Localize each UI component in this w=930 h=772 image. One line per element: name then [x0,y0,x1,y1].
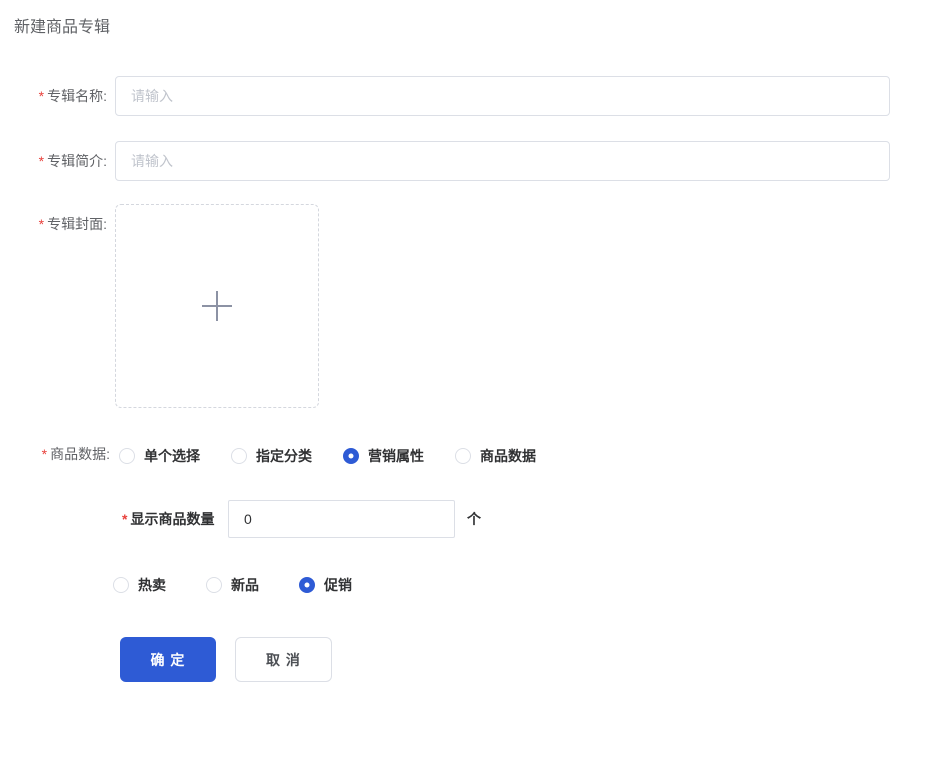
create-album-form: 新建商品专辑 *专辑名称: *专辑简介: *专辑封面: *商品数据: 单个选择 … [0,0,930,772]
radio-option-specified-category[interactable]: 指定分类 [231,446,312,466]
radio-unchecked-icon [231,448,247,464]
radio-unchecked-icon [113,577,129,593]
required-asterisk: * [39,216,44,232]
quantity-unit-label: 个 [467,500,481,538]
radio-unchecked-icon [119,448,135,464]
album-name-label: *专辑名称: [0,76,107,116]
marketing-attribute-radio-group: 热卖 新品 促销 [113,575,352,595]
display-quantity-label: *显示商品数量 [122,500,214,538]
radio-checked-icon [343,448,359,464]
radio-option-product-data[interactable]: 商品数据 [455,446,536,466]
required-asterisk: * [122,511,127,527]
display-quantity-label-text: 显示商品数量 [130,511,214,527]
plus-icon [202,291,232,321]
radio-unchecked-icon [455,448,471,464]
album-cover-upload-dropzone[interactable] [115,204,319,408]
confirm-button[interactable]: 确 定 [120,637,216,682]
album-intro-label-text: 专辑简介: [47,153,107,169]
product-data-label: *商品数据: [0,446,110,462]
album-cover-label: *专辑封面: [0,204,107,244]
product-data-radio-group: 单个选择 指定分类 营销属性 商品数据 [119,446,536,466]
album-cover-label-text: 专辑封面: [47,216,107,232]
product-data-label-text: 商品数据: [50,446,110,462]
required-asterisk: * [42,446,47,462]
radio-checked-icon [299,577,315,593]
required-asterisk: * [39,153,44,169]
album-name-input[interactable] [115,76,890,116]
radio-option-marketing-attribute[interactable]: 营销属性 [343,446,424,466]
album-intro-label: *专辑简介: [0,141,107,181]
radio-option-single-select[interactable]: 单个选择 [119,446,200,466]
radio-option-promotion[interactable]: 促销 [299,575,352,595]
required-asterisk: * [39,88,44,104]
radio-unchecked-icon [206,577,222,593]
page-title: 新建商品专辑 [14,13,110,37]
display-quantity-input[interactable] [228,500,455,538]
cancel-button[interactable]: 取 消 [235,637,332,682]
radio-option-hot-sale[interactable]: 热卖 [113,575,166,595]
album-intro-input[interactable] [115,141,890,181]
album-name-label-text: 专辑名称: [47,88,107,104]
radio-option-new-product[interactable]: 新品 [206,575,259,595]
